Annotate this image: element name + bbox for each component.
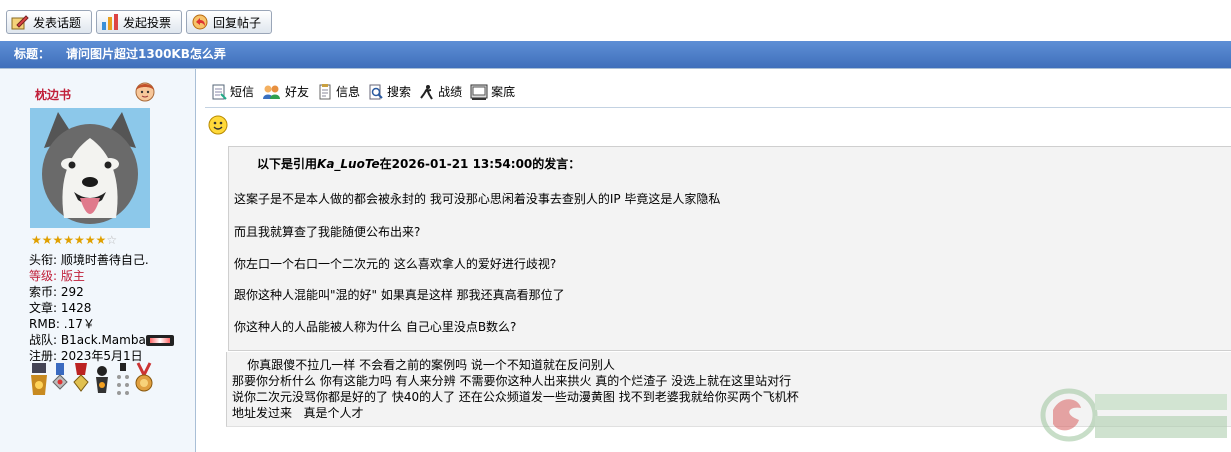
new-poll-label: 发起投票 [123,15,172,30]
author-posts-row: 文章: 1428 [29,300,174,316]
friends-icon [262,84,282,100]
search-button[interactable]: 搜索 [368,83,411,100]
title-label: 标题： [14,47,51,61]
reply-line: 说你二次元没骂你都是好的了 快40的人了 还在公众频道发一些动漫黄图 找不到老婆… [232,390,799,404]
rank-stars: ★★★★★★★☆ [31,233,117,247]
author-coins-row: 索币: 292 [29,284,174,300]
stars-filled: ★★★★★★★ [31,233,107,247]
case-file-label: 案底 [491,85,516,99]
author-rmb-row: RMB: .17￥ [29,316,174,332]
case-file-button[interactable]: 案底 [470,83,515,100]
record-icon [419,84,435,100]
bar-chart-icon [101,13,119,31]
medals [29,361,155,397]
record-button[interactable]: 战绩 [419,83,462,100]
divider [205,107,1231,108]
field-label: 头衔: [29,253,58,267]
friend-button[interactable]: 好友 [262,83,309,100]
search-icon [368,84,384,100]
medal-icon [134,361,154,397]
friend-label: 好友 [285,85,310,99]
author-info: 头衔: 顺境时善待自己. 等级: 版主 索币: 292 文章: 1428 RMB… [29,252,174,364]
new-topic-label: 发表话题 [33,15,82,30]
field-label: 等级: [29,269,58,283]
message-label: 短信 [230,85,255,99]
team-logo-icon [145,335,174,346]
author-name[interactable]: 枕边书 [35,86,71,103]
new-topic-button[interactable]: 发表话题 [6,10,92,34]
pencil-icon [11,13,29,31]
smiley-icon [208,115,228,135]
user-actions: 短信 好友 信息 搜索 战绩 案底 [211,83,523,100]
reply-icon [191,13,209,31]
quote-header: 以下是引用Ka_LuoTe在2026-01-21 13:54:00的发言： [257,155,580,172]
field-label: RMB: [29,317,60,331]
top-toolbar: 发表话题 发起投票 回复帖子 [0,0,1231,40]
reply-line: 那要你分析什么 你有这能力吗 有人来分辨 不需要你这种人出来拱火 真的个烂渣子 … [232,374,792,388]
medal-icon [71,361,91,397]
quote-line: 你左口一个右口一个二次元的 这么喜欢拿人的爱好进行歧视? [234,257,557,271]
reply-post-label: 回复帖子 [213,15,262,30]
medal-icon [29,361,49,397]
quote-suffix: 的发言： [532,157,581,171]
message-icon [211,84,227,100]
search-label: 搜索 [387,85,412,99]
site-watermark-logo [1039,384,1231,446]
quote-line: 你这种人的人品能被人称为什么 自己心里没点B数么? [234,320,517,334]
field-value: 顺境时善待自己. [60,253,149,267]
record-label: 战绩 [438,85,463,99]
field-value: 1428 [60,301,92,315]
reply-line: 你真跟傻不拉几一样 不会看之前的案例吗 说一个不知道就在反问别人 [232,358,615,372]
field-label: 文章: [29,301,58,315]
medal-icon [92,361,112,397]
author-title-row: 头衔: 顺境时善待自己. [29,252,174,268]
author-panel: 枕边书 ★★★★★★★☆ 头衔: 顺境时善待自己. 等级: 版主 索币: 292… [0,69,196,452]
author-team-row: 战队: B1ack.Mamba [29,332,174,348]
quote-line: 跟你这种人混能叫"混的好" 如果真是这样 那我还真高看那位了 [234,288,565,302]
quote-datetime: 2026-01-21 13:54:00 [391,157,533,171]
field-value: .17￥ [63,317,95,331]
avatar [30,108,150,228]
quote-prefix: 以下是引用 [257,157,318,171]
field-label: 索币: [29,285,58,299]
new-poll-button[interactable]: 发起投票 [96,10,182,34]
reply-post-button[interactable]: 回复帖子 [186,10,272,34]
quote-line: 这案子是不是本人做的都会被永封的 我可没那心思闲着没事去查别人的IP 毕竟这是人… [234,192,721,206]
gender-face-icon [134,80,156,102]
case-file-icon [470,84,488,100]
thread-title-bar: 标题： 请问图片超过1300KB怎么弄 [0,41,1231,68]
author-level-row: 等级: 版主 [29,268,174,284]
quote-line: 而且我就算查了我能随便公布出来? [234,225,421,239]
medal-icon [50,361,70,397]
info-icon [317,83,333,100]
field-label: 战队: [29,333,58,347]
thread-title: 请问图片超过1300KB怎么弄 [66,47,226,61]
info-button[interactable]: 信息 [317,83,360,100]
quoted-user[interactable]: Ka_LuoTe [317,157,380,171]
medal-icon [113,361,133,397]
stars-empty: ☆ [106,233,118,247]
info-label: 信息 [336,85,361,99]
quote-block: 以下是引用Ka_LuoTe在2026-01-21 13:54:00的发言： 这案… [228,146,1231,351]
team-name[interactable]: B1ack.Mamba [61,333,146,347]
message-button[interactable]: 短信 [211,83,254,100]
reply-line: 地址发过来 真是个人才 [232,406,364,420]
quote-middle: 在 [379,157,392,171]
field-value: 版主 [60,269,85,283]
field-value: 292 [60,285,84,299]
